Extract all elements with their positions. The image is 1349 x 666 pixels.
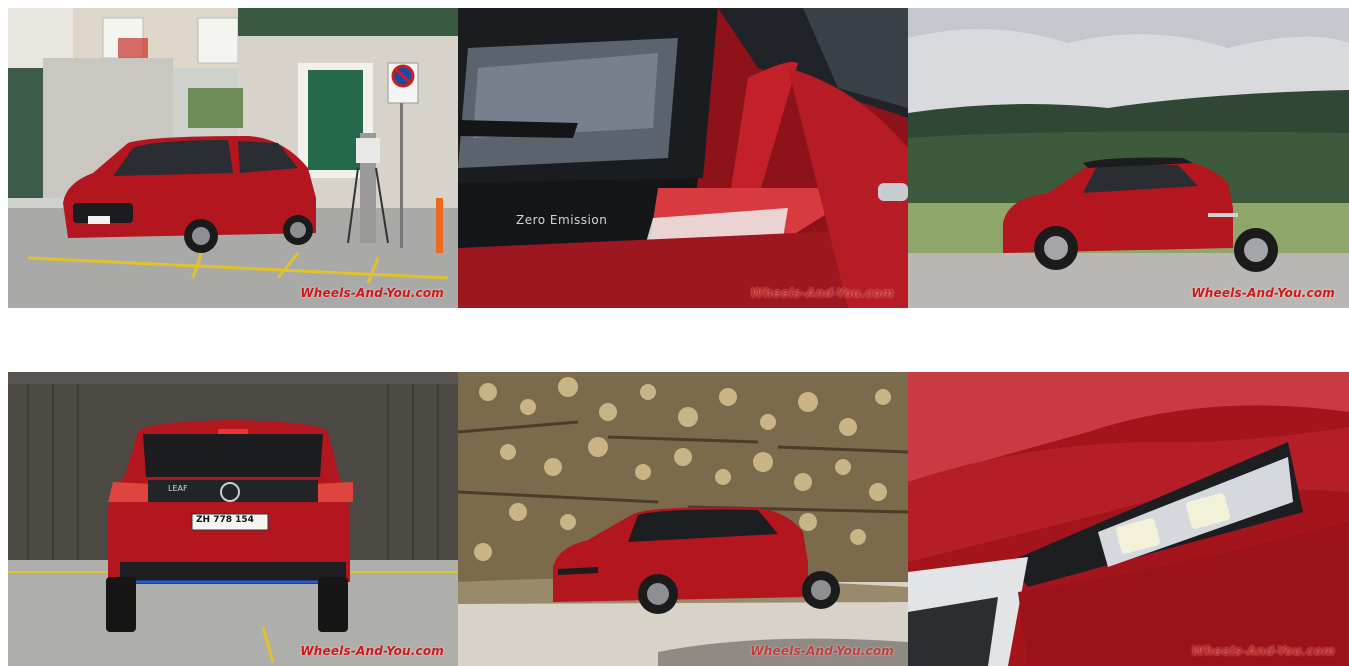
watermark-text: Wheels-And-You.com	[750, 644, 894, 658]
watermark-text: Wheels-And-You.com	[300, 644, 444, 658]
woodpile-image	[458, 372, 908, 666]
zero-emission-badge: Zero Emission	[516, 213, 608, 227]
tail-light-detail-image	[458, 8, 908, 308]
watermark-text: Wheels-And-You.com	[300, 286, 444, 300]
charging-station-image	[8, 8, 458, 308]
watermark-text: Wheels-And-You.com	[1191, 286, 1335, 300]
side-profile-image	[908, 8, 1349, 308]
gallery-photo-3[interactable]: Wheels-And-You.com	[908, 8, 1349, 308]
gallery-photo-2[interactable]: Zero Emission Wheels-And-You.com	[458, 8, 908, 308]
headlight-detail-image	[908, 372, 1349, 666]
watermark-text: Wheels-And-You.com	[1191, 644, 1335, 658]
license-plate: ZH 778 154	[196, 515, 254, 525]
gallery-photo-1[interactable]: Wheels-And-You.com	[8, 8, 458, 308]
model-badge: LEAF	[168, 484, 188, 493]
gallery-photo-5[interactable]: Wheels-And-You.com	[458, 372, 908, 666]
gallery-photo-6[interactable]: Wheels-And-You.com	[908, 372, 1349, 666]
gallery-photo-4[interactable]: LEAF ZH 778 154 Wheels-And-You.com	[8, 372, 458, 666]
watermark-text: Wheels-And-You.com	[750, 286, 894, 300]
